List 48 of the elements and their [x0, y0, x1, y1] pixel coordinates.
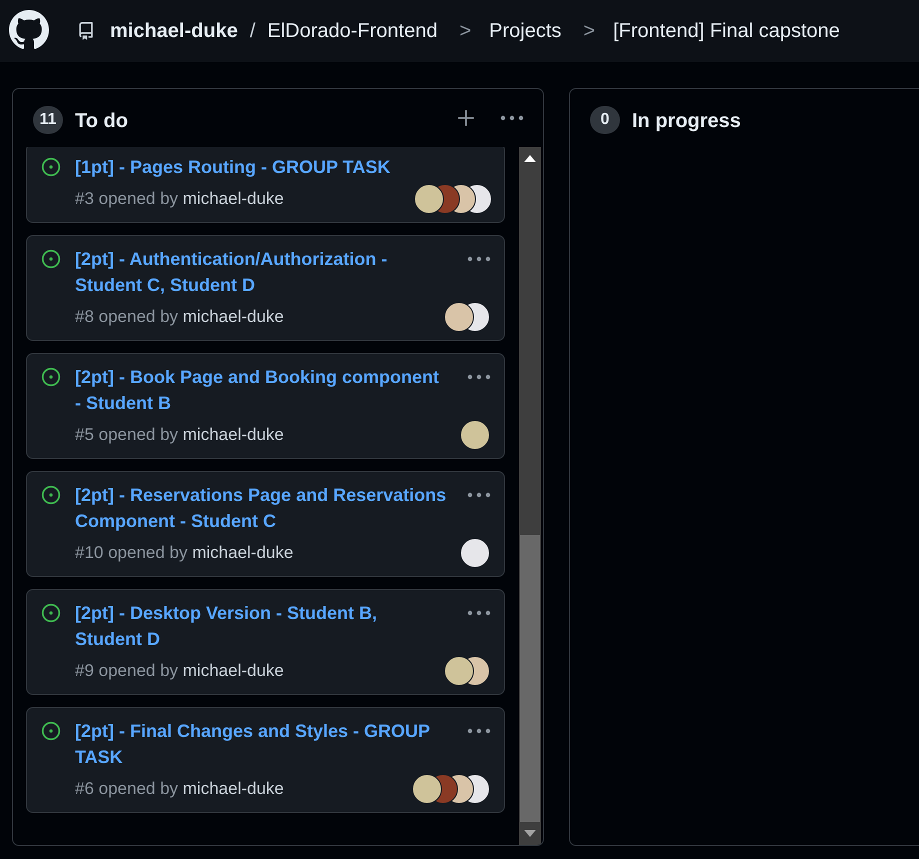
more-icon[interactable] — [499, 115, 525, 121]
issue-card[interactable]: [2pt] - Desktop Version - Student B, Student D #9 opened by michael-duke — [26, 589, 505, 695]
more-icon[interactable] — [466, 492, 492, 498]
column-title: In progress — [632, 110, 742, 132]
issue-meta: #8 opened by michael-duke — [75, 307, 284, 327]
issue-meta: #6 opened by michael-duke — [75, 779, 284, 799]
issue-meta: #9 opened by michael-duke — [75, 661, 284, 681]
issue-title-link[interactable]: [2pt] - Final Changes and Styles - GROUP TASK — [75, 718, 447, 770]
open-issue-icon — [41, 603, 61, 623]
repository-link[interactable]: ElDorado-Frontend — [267, 20, 438, 42]
more-icon[interactable] — [466, 374, 492, 380]
github-logo-icon[interactable] — [9, 10, 49, 50]
column-title: To do — [75, 110, 129, 132]
project-title[interactable]: [Frontend] Final capstone — [613, 20, 840, 42]
issue-meta: #5 opened by michael-duke — [75, 425, 284, 445]
issue-card[interactable]: [1pt] - Pages Routing - GROUP TASK #3 opened by michael-duke — [26, 147, 505, 223]
issue-meta: #10 opened by michael-duke — [75, 543, 294, 563]
issue-title-link[interactable]: [2pt] - Reservations Page and Reservations Component - Student C — [75, 482, 447, 534]
owner-link[interactable]: michael-duke — [110, 20, 238, 42]
scroll-up-icon[interactable] — [524, 155, 536, 162]
issue-card[interactable]: [2pt] - Authentication/Authorization - Student C, Student D #8 opened by michael-duke — [26, 235, 505, 341]
breadcrumb-separator: / — [250, 20, 256, 42]
scroll-down-icon[interactable] — [524, 830, 536, 837]
plus-icon[interactable] — [457, 109, 475, 127]
scrollbar-thumb[interactable] — [520, 535, 540, 822]
projects-link[interactable]: Projects — [489, 20, 562, 42]
scrollbar[interactable] — [519, 147, 541, 845]
issue-card[interactable]: [2pt] - Book Page and Booking component - Student B #5 opened by michael-duke — [26, 353, 505, 459]
card-count-badge: 0 — [590, 106, 620, 134]
more-icon[interactable] — [466, 728, 492, 734]
issue-card[interactable]: [2pt] - Reservations Page and Reservations Component - Student C #10 opened by michael-duke — [26, 471, 505, 577]
more-icon[interactable] — [466, 256, 492, 262]
repository-icon — [77, 22, 95, 40]
breadcrumb-chevron: > — [459, 20, 472, 42]
issue-meta: #3 opened by michael-duke — [75, 189, 284, 209]
breadcrumb-chevron: > — [583, 20, 596, 42]
open-issue-icon — [41, 157, 61, 177]
more-icon[interactable] — [466, 610, 492, 616]
open-issue-icon — [41, 249, 61, 269]
issue-title-link[interactable]: [2pt] - Book Page and Booking component - Student B — [75, 364, 447, 416]
card-count-badge: 11 — [33, 106, 63, 134]
open-issue-icon — [41, 721, 61, 741]
issue-title-link[interactable]: [1pt] - Pages Routing - GROUP TASK — [75, 154, 447, 180]
issue-title-link[interactable]: [2pt] - Authentication/Authorization - Student C, Student D — [75, 246, 447, 298]
issue-card[interactable]: [2pt] - Final Changes and Styles - GROUP TASK #6 opened by michael-duke — [26, 707, 505, 813]
open-issue-icon — [41, 485, 61, 505]
issue-title-link[interactable]: [2pt] - Desktop Version - Student B, Student D — [75, 600, 447, 652]
open-issue-icon — [41, 367, 61, 387]
